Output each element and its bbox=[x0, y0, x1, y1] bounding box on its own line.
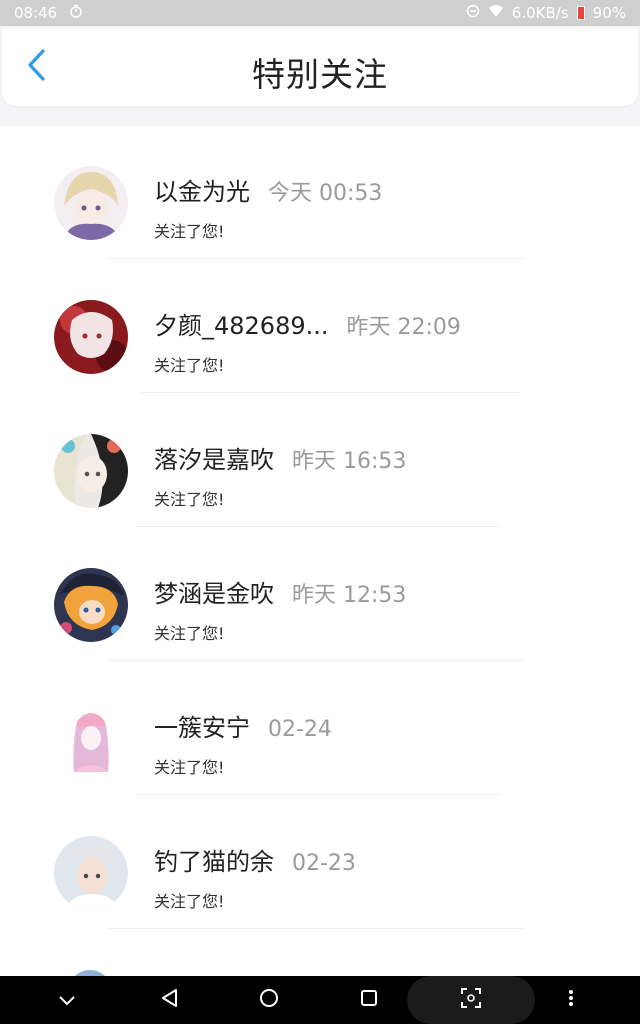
battery-icon bbox=[576, 6, 585, 20]
user-name: 梦涵是金吹 bbox=[154, 580, 274, 608]
user-name: 夕颜_482689... bbox=[154, 312, 329, 340]
page-title: 特别关注 bbox=[252, 55, 388, 94]
recents-square-icon bbox=[360, 989, 378, 1011]
avatar[interactable] bbox=[54, 166, 128, 240]
nav-bar bbox=[0, 976, 640, 1024]
divider bbox=[136, 794, 502, 795]
follow-desc: 关注了您! bbox=[154, 222, 225, 241]
user-name: 落汐是嘉吹 bbox=[154, 446, 274, 474]
avatar[interactable] bbox=[54, 702, 128, 776]
follow-desc: 关注了您! bbox=[154, 490, 225, 509]
battery-level: 90% bbox=[592, 4, 626, 22]
user-name: 钓了猫的余 bbox=[154, 848, 274, 876]
status-bar: 08:46 6.0KB/s 90% bbox=[0, 0, 640, 26]
follow-desc: 关注了您! bbox=[154, 758, 225, 777]
list-item[interactable]: 夕颜_482689... 昨天 22:09 关注了您! bbox=[0, 260, 640, 394]
avatar[interactable] bbox=[54, 434, 128, 508]
wifi-icon bbox=[488, 4, 504, 22]
avatar[interactable] bbox=[54, 300, 128, 374]
list-item[interactable]: 以金为光 今天 00:53 关注了您! bbox=[0, 126, 640, 260]
collapse-button[interactable] bbox=[42, 976, 92, 1024]
more-vert-icon bbox=[568, 989, 574, 1011]
follow-time: 02-23 bbox=[292, 851, 356, 876]
list-item[interactable]: 钓了猫的余 02-23 关注了您! bbox=[0, 796, 640, 930]
follow-time: 昨天 22:09 bbox=[346, 315, 461, 340]
follow-time: 今天 00:53 bbox=[268, 181, 383, 206]
chevron-down-icon bbox=[58, 991, 76, 1010]
follow-time: 02-24 bbox=[268, 717, 332, 742]
avatar[interactable] bbox=[54, 836, 128, 910]
divider bbox=[106, 258, 526, 259]
divider bbox=[140, 392, 520, 393]
nav-back-button[interactable] bbox=[144, 976, 194, 1024]
scan-icon bbox=[460, 987, 482, 1013]
nav-recents-button[interactable] bbox=[344, 976, 394, 1024]
follow-desc: 关注了您! bbox=[154, 356, 225, 375]
more-button[interactable] bbox=[546, 976, 596, 1024]
network-speed: 6.0KB/s bbox=[511, 4, 569, 22]
divider bbox=[136, 526, 500, 527]
divider bbox=[106, 928, 526, 929]
list-item[interactable]: 梦涵是金吹 昨天 12:53 关注了您! bbox=[0, 528, 640, 662]
follow-time: 昨天 12:53 bbox=[292, 583, 407, 608]
scan-button[interactable] bbox=[407, 976, 535, 1024]
home-circle-icon bbox=[259, 988, 279, 1012]
follow-time: 昨天 16:53 bbox=[292, 449, 407, 474]
user-name: 一簇安宁 bbox=[154, 714, 250, 742]
header: 特别关注 bbox=[2, 28, 638, 106]
follow-list: 以金为光 今天 00:53 关注了您! 夕颜_482689... 昨天 22:0… bbox=[0, 126, 640, 976]
timer-icon bbox=[69, 4, 83, 22]
status-time: 08:46 bbox=[14, 4, 58, 22]
nav-home-button[interactable] bbox=[244, 976, 294, 1024]
dnd-icon bbox=[466, 4, 480, 22]
follow-desc: 关注了您! bbox=[154, 624, 225, 643]
divider bbox=[106, 660, 526, 661]
user-name: 以金为光 bbox=[154, 178, 250, 206]
back-triangle-icon bbox=[160, 988, 178, 1012]
list-item[interactable]: 落汐是嘉吹 昨天 16:53 关注了您! bbox=[0, 394, 640, 528]
list-item[interactable]: 一簇安宁 02-24 关注了您! bbox=[0, 662, 640, 796]
follow-desc: 关注了您! bbox=[154, 892, 225, 911]
avatar[interactable] bbox=[54, 568, 128, 642]
